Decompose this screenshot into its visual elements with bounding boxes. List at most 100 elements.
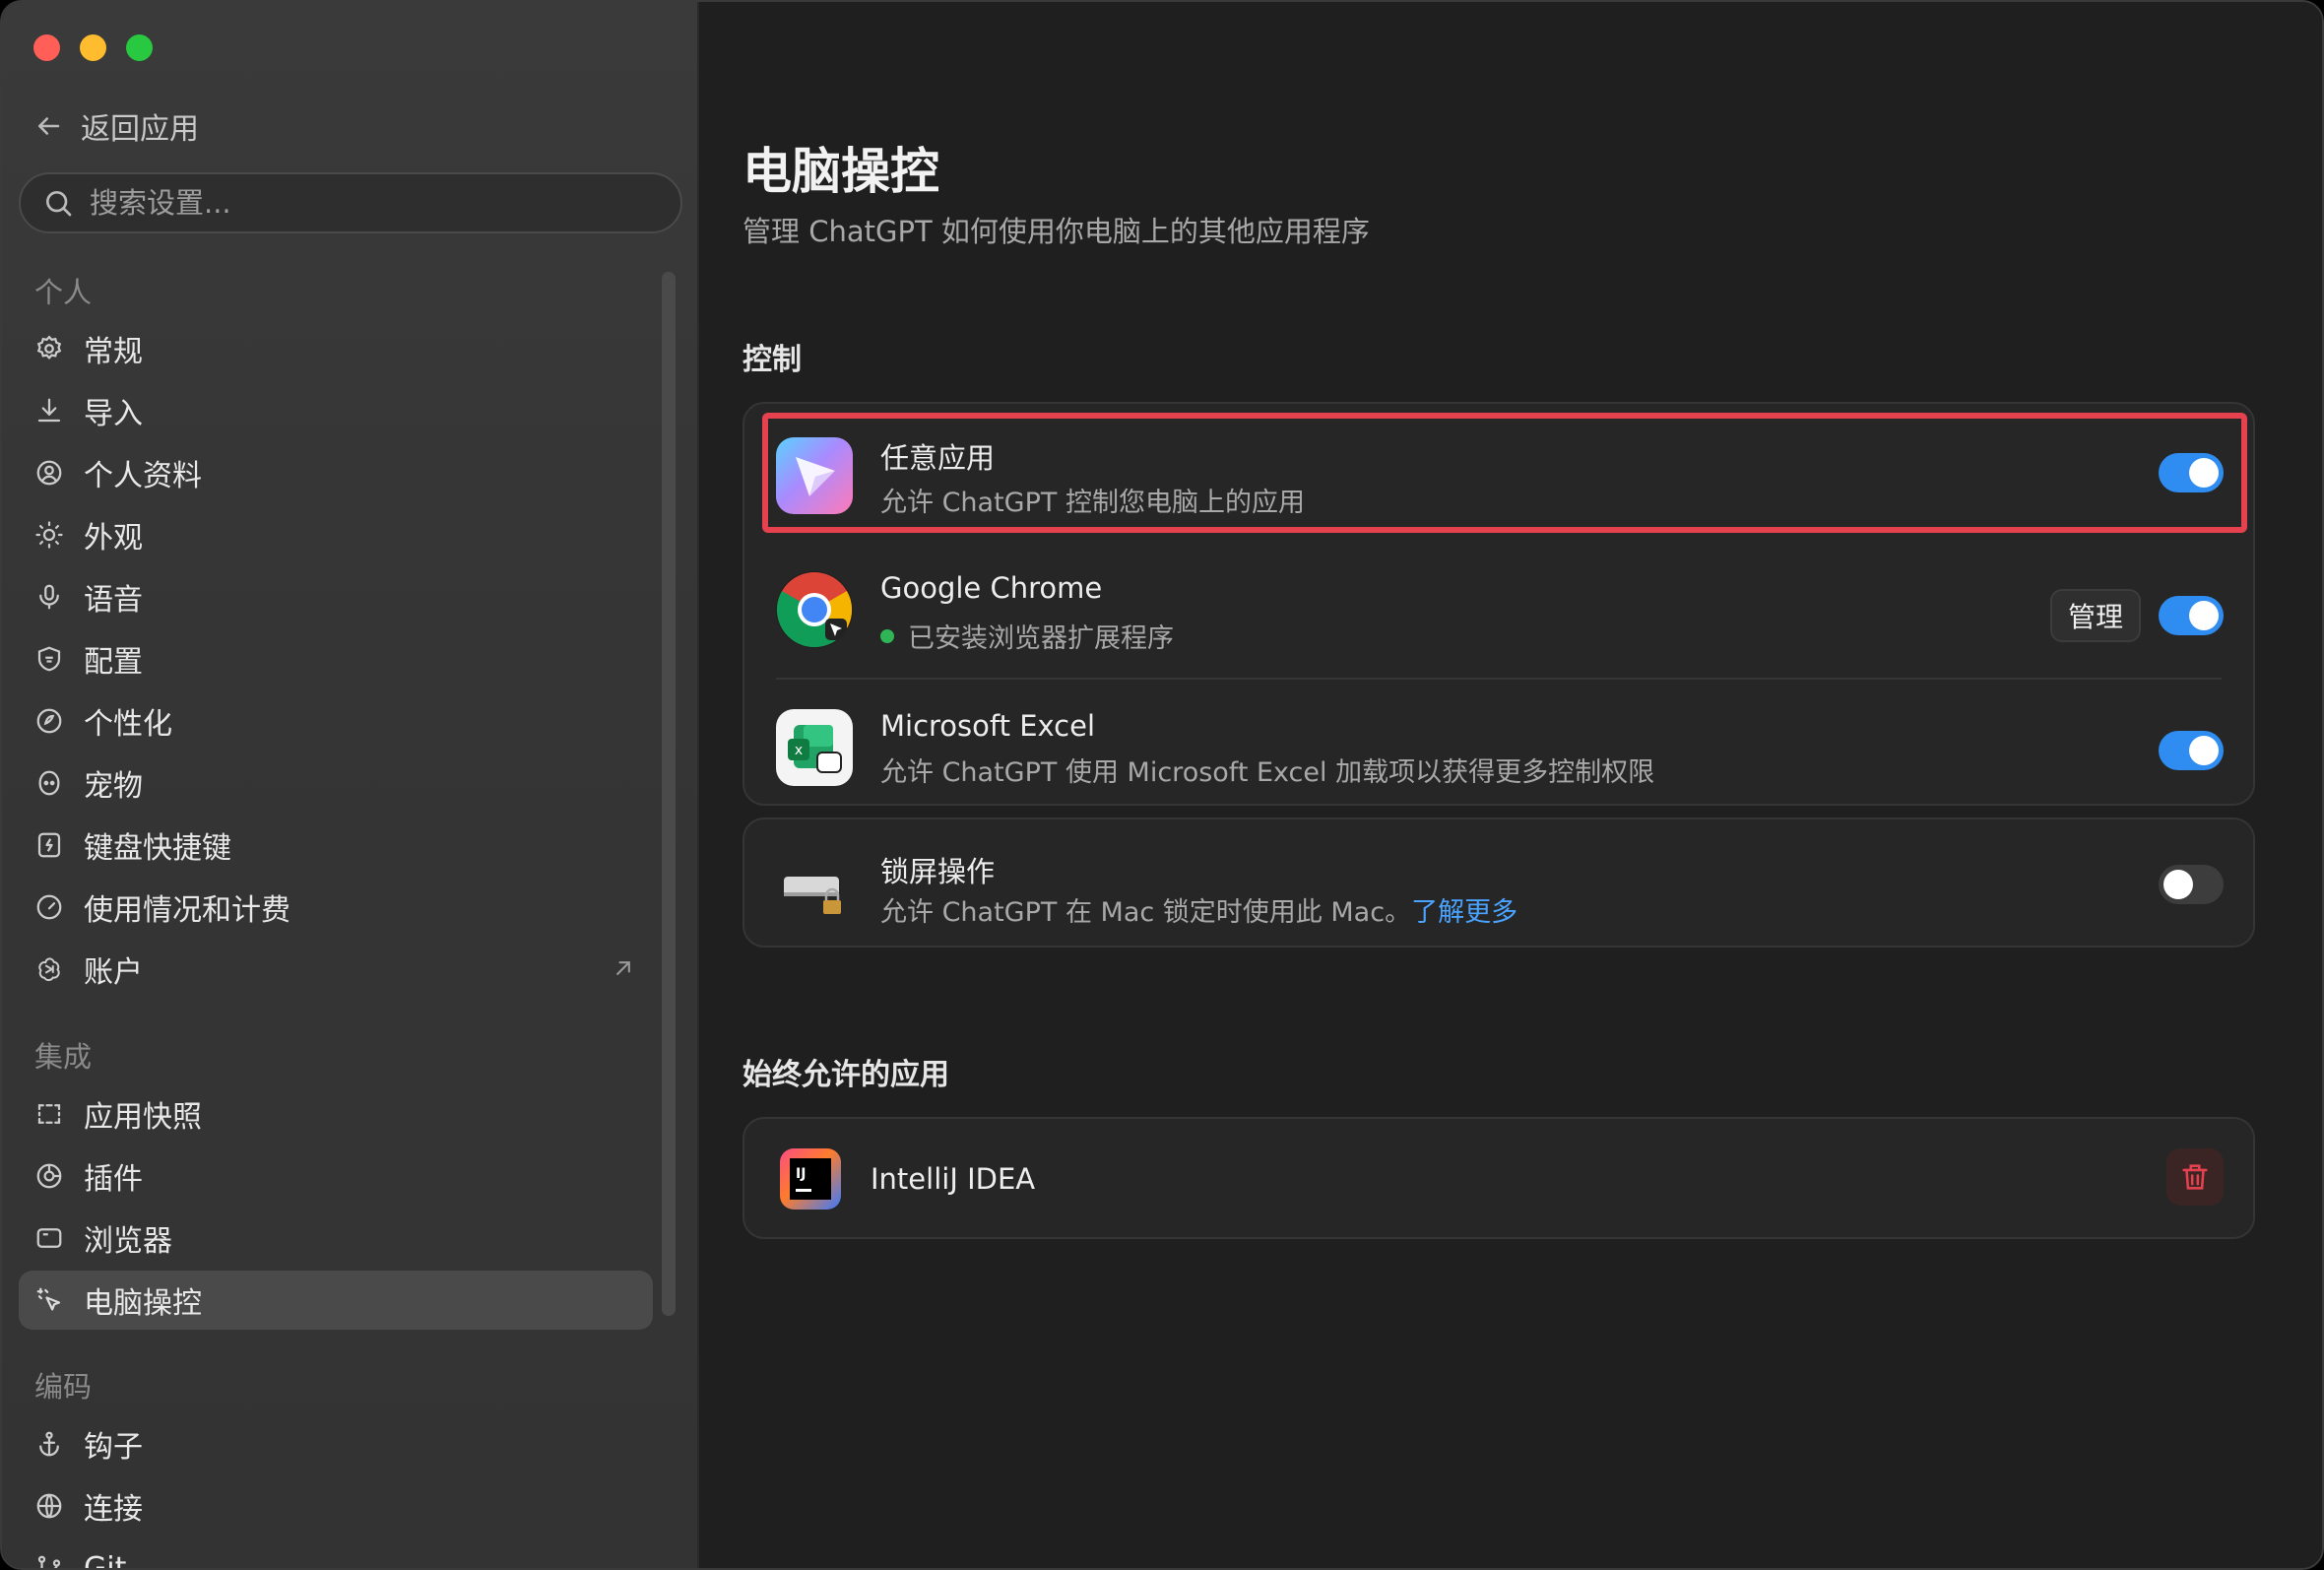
microphone-icon xyxy=(39,584,59,610)
app-row-any: 任意应用 允许 ChatGPT 控制您电脑上的应用 xyxy=(744,404,2253,532)
installed-status-dot xyxy=(880,628,894,643)
sidebar-item-account[interactable]: 账户 xyxy=(19,940,653,999)
sun-icon xyxy=(35,521,63,549)
svg-text:IJ: IJ xyxy=(796,1166,806,1182)
lock-screen-description: 允许 ChatGPT 在 Mac 锁定时使用此 Mac。 xyxy=(880,897,1412,928)
sidebar-item-label: 配置 xyxy=(84,645,143,680)
download-icon xyxy=(37,398,61,423)
sidebar-item-general[interactable]: 常规 xyxy=(19,319,653,378)
sidebar-item-app-snapshot[interactable]: 应用快照 xyxy=(19,1084,653,1144)
minimize-window-button[interactable] xyxy=(80,34,106,61)
sidebar-item-config[interactable]: 配置 xyxy=(19,629,653,688)
zoom-window-button[interactable] xyxy=(126,34,153,61)
window-controls xyxy=(33,34,153,61)
sidebar-item-connections[interactable]: 连接 xyxy=(19,1476,653,1536)
keyboard-icon xyxy=(37,832,61,858)
sidebar-item-hooks[interactable]: 钩子 xyxy=(19,1414,653,1473)
sidebar-item-usage-billing[interactable]: 使用情况和计费 xyxy=(19,878,653,937)
lock-screen-card: 锁屏操作 允许 ChatGPT 在 Mac 锁定时使用此 Mac。 了解更多 xyxy=(742,818,2255,948)
app-description: 允许 ChatGPT 使用 Microsoft Excel 加载项以获得更多控制… xyxy=(880,757,1655,788)
sidebar-item-browser[interactable]: 浏览器 xyxy=(19,1209,653,1268)
gear-icon xyxy=(36,335,62,360)
sidebar-scrollbar[interactable] xyxy=(662,272,676,1316)
sidebar-item-profile[interactable]: 个人资料 xyxy=(19,443,653,502)
chrome-manage-button[interactable]: 管理 xyxy=(2050,589,2141,642)
sidebar-item-label: 个性化 xyxy=(84,707,172,742)
app-row-excel: x Microsoft Excel 允许 ChatGPT 使用 Microsof… xyxy=(744,680,2253,808)
section-integrations: 集成 xyxy=(34,1040,93,1074)
sidebar-item-voice[interactable]: 语音 xyxy=(19,567,653,626)
chrome-icon xyxy=(776,571,853,648)
always-allowed-card: IJ IntelliJ IDEA xyxy=(742,1117,2255,1239)
excel-toggle[interactable] xyxy=(2159,731,2224,770)
sidebar-item-shortcuts[interactable]: 键盘快捷键 xyxy=(19,816,653,875)
excel-icon: x xyxy=(776,709,853,786)
sidebar-item-label: 连接 xyxy=(84,1492,143,1527)
globe-icon xyxy=(36,1493,62,1519)
app-row-chrome: Google Chrome 已安装浏览器扩展程序 管理 xyxy=(744,542,2253,670)
sidebar-item-label: 插件 xyxy=(84,1162,143,1197)
section-coding: 编码 xyxy=(34,1370,93,1404)
cursor-icon xyxy=(36,1287,61,1311)
section-personal: 个人 xyxy=(34,276,93,309)
remove-app-button[interactable] xyxy=(2166,1148,2224,1206)
search-input[interactable] xyxy=(90,186,641,220)
search-box[interactable] xyxy=(19,172,682,233)
lock-screen-row: 锁屏操作 允许 ChatGPT 在 Mac 锁定时使用此 Mac。 了解更多 xyxy=(744,819,2253,949)
sidebar-item-label: 宠物 xyxy=(84,769,143,804)
trash-icon xyxy=(2182,1164,2208,1190)
git-icon xyxy=(37,1555,61,1568)
arrow-left-icon xyxy=(38,117,60,135)
gauge-icon xyxy=(36,894,62,920)
mac-mini-lock-icon xyxy=(776,847,853,924)
chrome-toggle[interactable] xyxy=(2159,596,2224,635)
always-allowed-row: IJ IntelliJ IDEA xyxy=(744,1119,2253,1241)
sidebar-item-personalization[interactable]: 个性化 xyxy=(19,691,653,751)
anchor-icon xyxy=(39,1431,59,1457)
svg-text:x: x xyxy=(795,743,803,758)
profile-icon xyxy=(36,460,62,486)
app-status: 已安装浏览器扩展程序 xyxy=(880,617,1174,655)
any-app-toggle[interactable] xyxy=(2159,453,2224,492)
intellij-icon: IJ xyxy=(780,1148,841,1210)
sidebar-item-label: 外观 xyxy=(84,521,143,556)
sidebar-item-import[interactable]: 导入 xyxy=(19,381,653,440)
app-description: 已安装浏览器扩展程序 xyxy=(908,623,1174,654)
lock-screen-toggle[interactable] xyxy=(2159,865,2224,904)
main-panel: 电脑操控 管理 ChatGPT 如何使用你电脑上的其他应用程序 控制 任意应用 … xyxy=(699,2,2322,1568)
sidebar-item-label: 个人资料 xyxy=(84,459,202,493)
snapshot-icon xyxy=(37,1104,61,1124)
browser-icon xyxy=(36,1228,62,1248)
sidebar: 返回应用 个人 常规 导入 个人资料 外观 语音 xyxy=(2,2,699,1570)
app-name: 任意应用 xyxy=(880,441,996,475)
sidebar-item-label: Git xyxy=(84,1550,127,1570)
sidebar-item-plugins[interactable]: 插件 xyxy=(19,1146,653,1206)
any-app-icon xyxy=(776,437,853,514)
sidebar-item-label: 钩子 xyxy=(84,1430,143,1465)
back-to-app-link[interactable]: 返回应用 xyxy=(33,104,199,148)
learn-more-link[interactable]: 了解更多 xyxy=(1411,890,1517,929)
sidebar-item-label: 账户 xyxy=(84,955,143,990)
shield-icon xyxy=(37,646,61,672)
app-description: 允许 ChatGPT 控制您电脑上的应用 xyxy=(880,488,1305,518)
sidebar-item-label: 键盘快捷键 xyxy=(84,831,231,866)
settings-window: 返回应用 个人 常规 导入 个人资料 外观 语音 xyxy=(0,0,2324,1570)
sidebar-item-git[interactable]: Git xyxy=(19,1538,653,1570)
page-title: 电脑操控 xyxy=(742,143,939,200)
sidebar-item-pet[interactable]: 宠物 xyxy=(19,753,653,813)
app-name: Microsoft Excel xyxy=(880,709,1096,743)
app-name: Google Chrome xyxy=(880,571,1103,605)
sidebar-item-computer-control[interactable]: 电脑操控 xyxy=(19,1271,653,1330)
lock-screen-description-line: 允许 ChatGPT 在 Mac 锁定时使用此 Mac。 了解更多 xyxy=(880,890,1517,929)
lock-screen-name: 锁屏操作 xyxy=(880,855,996,888)
sidebar-item-label: 常规 xyxy=(84,335,143,369)
search-icon xyxy=(46,191,72,217)
external-link-icon xyxy=(616,961,630,975)
sidebar-item-appearance[interactable]: 外观 xyxy=(19,505,653,564)
back-label: 返回应用 xyxy=(81,112,199,147)
plugin-icon xyxy=(36,1163,62,1189)
sidebar-item-label: 电脑操控 xyxy=(84,1286,202,1321)
sidebar-item-label: 使用情况和计费 xyxy=(84,893,290,928)
close-window-button[interactable] xyxy=(33,34,60,61)
sidebar-item-label: 浏览器 xyxy=(84,1224,172,1259)
